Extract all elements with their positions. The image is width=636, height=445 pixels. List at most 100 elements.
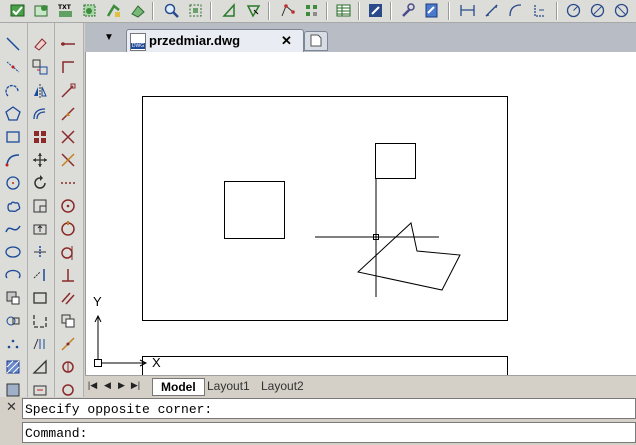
- first-tab-button[interactable]: |◀: [87, 379, 98, 392]
- temp-track-icon[interactable]: [57, 33, 79, 55]
- match-properties-icon[interactable]: [80, 1, 99, 20]
- mirror-tool-icon[interactable]: [29, 80, 51, 102]
- snap-midpoint-icon[interactable]: [57, 103, 79, 125]
- snap-extension-icon[interactable]: [57, 172, 79, 194]
- point-tool-icon[interactable]: [2, 333, 24, 355]
- line-tool-icon[interactable]: [2, 33, 24, 55]
- construction-line-icon[interactable]: [2, 56, 24, 78]
- stretch-tool-icon[interactable]: [29, 218, 51, 240]
- dwg-file-icon: DWG: [130, 33, 146, 51]
- hatch-tool-icon[interactable]: [2, 356, 24, 378]
- ellipse-arc-icon[interactable]: [2, 264, 24, 286]
- erase-tool-icon[interactable]: [29, 33, 51, 55]
- svg-text:TXT: TXT: [58, 4, 72, 11]
- polyline-node-icon[interactable]: [278, 1, 297, 20]
- drawing-svg: [94, 96, 508, 375]
- pan-icon[interactable]: [244, 1, 263, 20]
- properties-wrench-icon[interactable]: [398, 1, 417, 20]
- ucs-y-label: Y: [93, 294, 102, 309]
- zoom-window-icon[interactable]: [186, 1, 205, 20]
- aligned-dim-icon[interactable]: [482, 1, 501, 20]
- tool-palette-icon[interactable]: [366, 1, 385, 20]
- move-tool-icon[interactable]: [29, 149, 51, 171]
- snap-endpoint-icon[interactable]: [57, 80, 79, 102]
- layer-state-icon[interactable]: [32, 1, 51, 20]
- offset-tool-icon[interactable]: [29, 103, 51, 125]
- tab-layout2[interactable]: Layout2: [261, 378, 304, 394]
- ellipse-tool-icon[interactable]: [2, 241, 24, 263]
- break-tool-icon[interactable]: [29, 287, 51, 309]
- circle-tool-icon[interactable]: [2, 172, 24, 194]
- linear-dim-icon[interactable]: [458, 1, 477, 20]
- layer-properties-icon[interactable]: [8, 1, 27, 20]
- snap-perpendicular-icon[interactable]: [57, 264, 79, 286]
- txt-export-icon[interactable]: TXT: [56, 1, 75, 20]
- prev-tab-button[interactable]: ◀: [102, 379, 113, 392]
- last-tab-button[interactable]: ▶|: [130, 379, 141, 392]
- square-shape: [224, 181, 285, 239]
- revision-cloud-icon[interactable]: [2, 195, 24, 217]
- close-icon[interactable]: ✕: [6, 399, 17, 415]
- snap-from-icon[interactable]: [57, 56, 79, 78]
- insert-block-icon[interactable]: [2, 287, 24, 309]
- command-input[interactable]: Command:: [22, 422, 636, 443]
- array-tool-icon[interactable]: [29, 126, 51, 148]
- drawing-canvas[interactable]: Y X: [85, 52, 636, 375]
- extend-tool-icon[interactable]: [29, 264, 51, 286]
- new-file-icon: [310, 34, 322, 47]
- lower-frame: [142, 356, 508, 375]
- triangle-icon[interactable]: [220, 1, 239, 20]
- tab-layout1[interactable]: Layout1: [207, 378, 250, 394]
- ucs-origin-box: [94, 359, 102, 367]
- chamfer-tool-icon[interactable]: [29, 333, 51, 355]
- tab-model[interactable]: Model: [152, 378, 205, 396]
- small-rectangle-shape: [375, 143, 416, 179]
- snap-parallel-icon[interactable]: [57, 287, 79, 309]
- fillet-tool-icon[interactable]: [29, 356, 51, 378]
- draw-modify-toolbars: [0, 23, 84, 400]
- radius-dim-icon[interactable]: [564, 1, 583, 20]
- copy-tool-icon[interactable]: [29, 56, 51, 78]
- spline-tool-icon[interactable]: [2, 218, 24, 240]
- join-tool-icon[interactable]: [29, 310, 51, 332]
- tab-label: przedmiar.dwg: [149, 33, 241, 48]
- table-icon[interactable]: [334, 1, 353, 20]
- arc-dim-icon[interactable]: [506, 1, 525, 20]
- viewport-frame: [142, 96, 508, 321]
- polygon-shape: [356, 222, 461, 291]
- command-window: ✕ Specify opposite corner: Command:: [0, 397, 636, 445]
- jogged-dim-icon[interactable]: [612, 1, 631, 20]
- snap-nearest-icon[interactable]: [57, 356, 79, 378]
- snap-quadrant-icon[interactable]: [57, 218, 79, 240]
- ordinate-dim-icon[interactable]: [530, 1, 549, 20]
- snap-center-icon[interactable]: [57, 195, 79, 217]
- snap-node-icon[interactable]: [57, 333, 79, 355]
- polyline-tool-icon[interactable]: [2, 80, 24, 102]
- arc-tool-icon[interactable]: [2, 149, 24, 171]
- scale-tool-icon[interactable]: [29, 195, 51, 217]
- snap-insert-icon[interactable]: [57, 310, 79, 332]
- zoom-icon[interactable]: [162, 1, 181, 20]
- command-history: Specify opposite corner:: [22, 398, 636, 419]
- rotate-tool-icon[interactable]: [29, 172, 51, 194]
- make-block-icon[interactable]: [2, 310, 24, 332]
- diameter-dim-icon[interactable]: [588, 1, 607, 20]
- rectangle-tool-icon[interactable]: [2, 126, 24, 148]
- paste-icon[interactable]: [128, 1, 147, 20]
- design-center-icon[interactable]: [422, 1, 441, 20]
- dimension-style-icon[interactable]: [302, 1, 321, 20]
- copy-clip-icon[interactable]: [104, 1, 123, 20]
- close-icon[interactable]: ✕: [281, 33, 292, 49]
- tab-menu-arrow[interactable]: ▼: [103, 30, 115, 46]
- ucs-x-label: X: [152, 355, 161, 370]
- new-tab-button[interactable]: [304, 31, 328, 51]
- snap-apparent-icon[interactable]: [57, 149, 79, 171]
- next-tab-button[interactable]: ▶: [116, 379, 127, 392]
- tab-przedmiar-dwg[interactable]: DWG przedmiar.dwg ✕: [126, 29, 304, 53]
- polygon-tool-icon[interactable]: [2, 103, 24, 125]
- layout-tab-bar: |◀ ◀ ▶ ▶| Model Layout1 Layout2: [85, 375, 636, 396]
- trim-tool-icon[interactable]: [29, 241, 51, 263]
- snap-tangent-icon[interactable]: [57, 241, 79, 263]
- standard-toolbar: TXT: [0, 0, 636, 23]
- snap-intersection-icon[interactable]: [57, 126, 79, 148]
